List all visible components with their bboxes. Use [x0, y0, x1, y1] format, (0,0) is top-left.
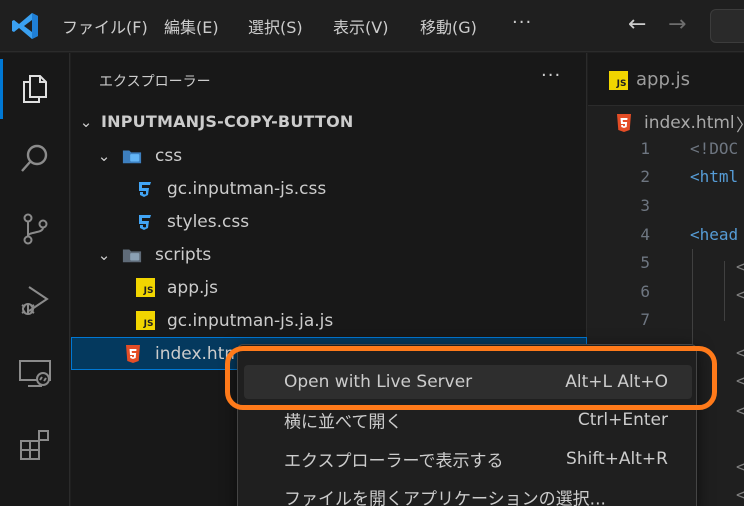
- code-bracket: <: [736, 343, 744, 362]
- activity-explorer[interactable]: [0, 59, 70, 119]
- code-bracket: <: [736, 401, 744, 420]
- tree-item-scripts-folder[interactable]: ⌄ scripts: [71, 238, 587, 271]
- menu-item-label: 横に並べて開く: [284, 412, 403, 433]
- line-number: 3: [640, 196, 650, 215]
- code-bracket: <: [736, 371, 744, 390]
- menu-item-open-to-side[interactable]: 横に並べて開く Ctrl+Enter: [244, 403, 692, 437]
- js-file-icon: JS: [608, 70, 628, 90]
- activity-extensions[interactable]: [0, 415, 70, 475]
- tab-app-js[interactable]: JS app.js: [588, 53, 744, 106]
- explorer-icon: [23, 75, 47, 103]
- menu-item-shortcut: Ctrl+Enter: [577, 410, 668, 430]
- chevron-down-icon: ⌄: [97, 146, 111, 165]
- nav-forward-button[interactable]: →: [668, 12, 686, 37]
- menu-item-label: エクスプローラーで表示する: [284, 451, 504, 472]
- code-line-4[interactable]: <head: [690, 225, 738, 244]
- menu-selection[interactable]: 選択(S): [248, 0, 303, 52]
- remote-explorer-icon: [19, 360, 51, 387]
- code-bracket: <: [736, 457, 744, 476]
- title-bar: ファイル(F) 編集(E) 選択(S) 表示(V) 移動(G) ··· ← →: [0, 0, 744, 52]
- html-file-icon: [614, 113, 634, 133]
- tree-item-label: index.html: [155, 343, 246, 364]
- source-control-icon: [23, 213, 48, 245]
- code-line-1[interactable]: <!DOC: [690, 139, 738, 158]
- extensions-icon: [20, 430, 49, 460]
- line-number: 6: [640, 282, 650, 301]
- menu-item-shortcut: Alt+L Alt+O: [565, 372, 668, 392]
- menu-item-shortcut: Shift+Alt+R: [566, 449, 668, 469]
- root-folder-label: INPUTMANJS-COPY-BUTTON: [101, 112, 354, 131]
- menu-more-button[interactable]: ···: [512, 12, 532, 33]
- tab-bar: JS app.js: [588, 53, 744, 106]
- menu-view[interactable]: 表示(V): [333, 0, 388, 52]
- chevron-down-icon: ⌄: [79, 112, 93, 131]
- code-bracket: <: [736, 257, 744, 276]
- menu-item-label: ファイルを開くアプリケーションの選択...: [284, 489, 606, 506]
- activity-bar: [0, 53, 70, 506]
- activity-remote-explorer[interactable]: [0, 343, 70, 403]
- indent-guide: [724, 261, 725, 321]
- menu-go[interactable]: 移動(G): [420, 0, 477, 52]
- line-number: 7: [640, 310, 650, 329]
- tree-item-label: css: [155, 145, 183, 166]
- activity-source-control[interactable]: [0, 199, 70, 259]
- js-file-icon: JS: [135, 311, 155, 331]
- search-icon: [21, 144, 48, 172]
- tab-label: app.js: [636, 69, 690, 90]
- tree-item-label: app.js: [167, 277, 218, 298]
- sidebar-more-button[interactable]: ···: [541, 65, 561, 86]
- line-number: 5: [640, 253, 650, 272]
- menu-edit[interactable]: 編集(E): [164, 0, 219, 52]
- breadcrumb-separator: 〉: [736, 111, 744, 136]
- vscode-logo-icon[interactable]: [10, 11, 40, 41]
- tree-item-label: scripts: [155, 244, 212, 265]
- activity-run-debug[interactable]: [0, 271, 70, 331]
- menu-file[interactable]: ファイル(F): [62, 0, 148, 52]
- code-bracket: <: [736, 485, 744, 504]
- activity-search[interactable]: [0, 129, 70, 189]
- tree-item-label: gc.inputman-js.css: [167, 178, 327, 199]
- chevron-down-icon: ⌄: [97, 245, 111, 264]
- html-file-icon: [123, 344, 143, 364]
- css-folder-icon: [122, 146, 142, 166]
- sidebar-title: エクスプローラー: [99, 74, 211, 90]
- breadcrumb[interactable]: index.html 〉: [588, 109, 744, 137]
- tree-item-gc-inputman-js[interactable]: JS gc.inputman-js.ja.js: [71, 304, 587, 337]
- menu-item-reveal-in-explorer[interactable]: エクスプローラーで表示する Shift+Alt+R: [244, 442, 692, 476]
- menu-item-label: Open with Live Server: [284, 372, 473, 392]
- js-file-icon: JS: [135, 278, 155, 298]
- code-bracket: <: [736, 285, 744, 304]
- nav-back-button[interactable]: ←: [628, 12, 646, 37]
- context-menu: Open with Live Server Alt+L Alt+O 横に並べて開…: [237, 344, 697, 506]
- scripts-folder-icon: [122, 245, 142, 265]
- css-file-icon: [135, 212, 155, 232]
- tree-item-app-js[interactable]: JS app.js: [71, 271, 587, 304]
- breadcrumb-file[interactable]: index.html: [644, 113, 735, 133]
- code-line-2[interactable]: <html: [690, 167, 738, 186]
- tree-item-styles-css[interactable]: styles.css: [71, 205, 587, 238]
- command-center[interactable]: [710, 9, 744, 43]
- tree-item-label: gc.inputman-js.ja.js: [167, 310, 334, 331]
- css-file-icon: [135, 179, 155, 199]
- line-number: 2: [640, 167, 650, 186]
- tree-root-folder[interactable]: ⌄ INPUTMANJS-COPY-BUTTON: [71, 105, 587, 138]
- tree-item-gc-inputman-css[interactable]: gc.inputman-js.css: [71, 172, 587, 205]
- tree-item-label: styles.css: [167, 211, 250, 232]
- menu-item-open-with[interactable]: ファイルを開くアプリケーションの選択...: [244, 480, 692, 506]
- tree-item-css-folder[interactable]: ⌄ css: [71, 139, 587, 172]
- line-number: 4: [640, 225, 650, 244]
- line-number: 1: [640, 139, 650, 158]
- menu-item-open-live-server[interactable]: Open with Live Server Alt+L Alt+O: [244, 365, 692, 399]
- run-debug-icon: [21, 286, 49, 315]
